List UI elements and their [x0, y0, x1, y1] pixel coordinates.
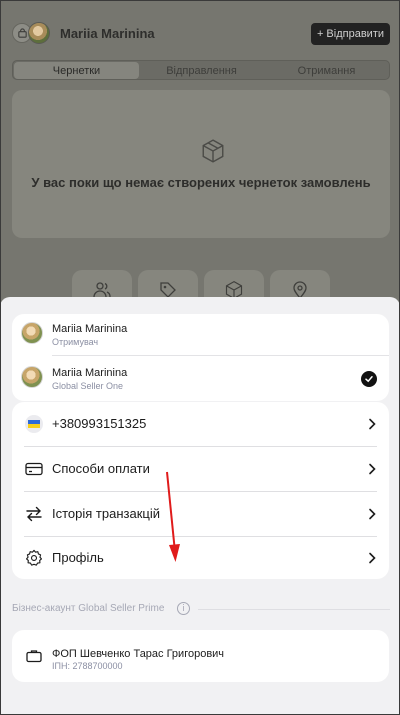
tab-bar: Чернетки Відправлення Отримання: [12, 60, 390, 80]
menu-item-profile[interactable]: Профіль: [12, 536, 389, 580]
box-icon: [202, 139, 224, 163]
business-name: ФОП Шевченко Тарас Григорович: [52, 648, 225, 660]
tab-received[interactable]: Отримання: [264, 62, 389, 79]
info-icon[interactable]: i: [177, 602, 190, 615]
account-bottom-sheet: Mariia Marinina Отримувач Mariia Marinin…: [0, 297, 400, 715]
chevron-right-icon: [369, 463, 376, 475]
menu-item-label: Способи оплати: [52, 461, 150, 476]
tab-drafts[interactable]: Чернетки: [14, 62, 139, 79]
business-ipn: ІПН: 2788700000: [52, 661, 123, 671]
credit-card-icon: [24, 459, 44, 479]
ukraine-flag-icon: [24, 414, 44, 434]
user-name: Mariia Marinina: [60, 26, 155, 41]
menu-item-label: Профіль: [52, 550, 104, 565]
business-account-card[interactable]: ФОП Шевченко Тарас Григорович ІПН: 27887…: [12, 630, 389, 682]
divider: [52, 355, 389, 356]
chevron-right-icon: [369, 552, 376, 564]
transfer-arrows-icon: [24, 504, 44, 524]
avatar: [21, 322, 43, 344]
accounts-card: Mariia Marinina Отримувач Mariia Marinin…: [12, 314, 389, 401]
avatar[interactable]: [28, 22, 50, 44]
tab-sent[interactable]: Відправлення: [139, 62, 264, 79]
business-section-header: Бізнес-акаунт Global Seller Prime i: [12, 601, 390, 617]
avatar: [21, 366, 43, 388]
account-name: Mariia Marinina: [52, 323, 128, 335]
phone-row[interactable]: +380993151325: [12, 402, 389, 446]
account-item-global-seller[interactable]: Mariia Marinina Global Seller One: [12, 358, 389, 400]
send-button[interactable]: + Відправити: [310, 23, 390, 45]
phone-number: +380993151325: [52, 416, 147, 431]
empty-state-card: У вас поки що немає створених чернеток з…: [12, 90, 390, 238]
divider: [198, 609, 390, 610]
menu-card: +380993151325 Способи оплати Історія тра…: [12, 402, 389, 579]
section-title: Бізнес-акаунт Global Seller Prime: [12, 603, 165, 614]
chevron-right-icon: [369, 508, 376, 520]
account-name: Mariia Marinina: [52, 367, 128, 379]
top-bar: Mariia Marinina + Відправити: [0, 16, 400, 52]
menu-item-payment-methods[interactable]: Способи оплати: [12, 447, 389, 491]
briefcase-icon: [24, 646, 44, 666]
account-role: Global Seller One: [52, 381, 124, 391]
menu-item-transaction-history[interactable]: Історія транзакцій: [12, 492, 389, 536]
account-role: Отримувач: [52, 337, 99, 347]
gear-icon: [24, 548, 44, 568]
menu-item-label: Історія транзакцій: [52, 506, 160, 521]
chevron-right-icon: [369, 418, 376, 430]
checkmark-icon: [361, 371, 377, 387]
empty-state-text: У вас поки що немає створених чернеток з…: [31, 175, 371, 190]
account-item-recipient[interactable]: Mariia Marinina Отримувач: [12, 314, 389, 356]
